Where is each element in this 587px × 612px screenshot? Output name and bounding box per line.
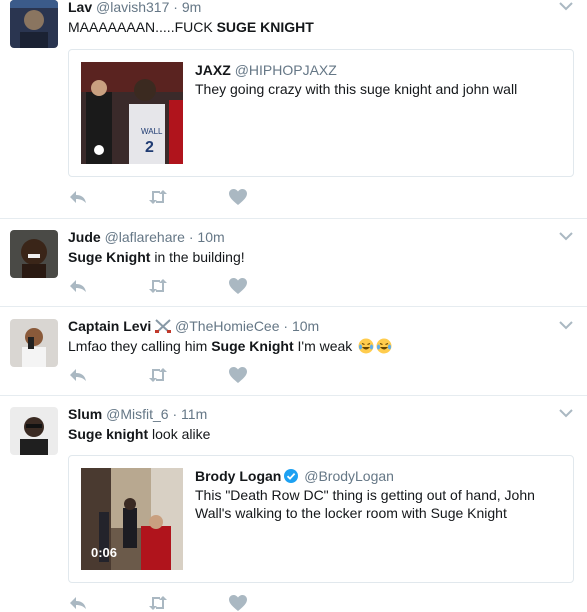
heart-icon[interactable] xyxy=(228,277,248,295)
tweet-text-plain: look alike xyxy=(148,426,211,442)
tweet-text: Lmfao they calling him Suge Knight I'm w… xyxy=(68,337,392,355)
avatar-image xyxy=(10,230,58,278)
tweet-text: Suge knight look alike xyxy=(68,425,210,443)
verified-badge-icon xyxy=(284,469,299,483)
tweet-3[interactable]: Captain Levi @TheHomieCee · 10m Lmfao th… xyxy=(0,307,587,396)
avatar[interactable] xyxy=(10,407,58,455)
tweet-header: Jude @laflarehare · 10m xyxy=(68,228,225,246)
tweet-text-plain: MAAAAAAAN.....FUCK xyxy=(68,19,217,35)
quoted-username[interactable]: @BrodyLogan xyxy=(304,468,394,484)
quoted-text: They going crazy with this suge knight a… xyxy=(195,81,518,97)
chevron-down-icon[interactable] xyxy=(559,320,573,330)
crossed-swords-icon xyxy=(155,319,172,333)
tweet-1[interactable]: Lav @lavish317 · 9m MAAAAAAAN.....FUCK S… xyxy=(0,0,587,219)
chevron-down-icon[interactable] xyxy=(559,1,573,11)
tweet-text-trailing: I'm weak xyxy=(293,338,353,354)
retweet-icon[interactable] xyxy=(148,277,168,295)
tweet-text: Suge Knight in the building! xyxy=(68,248,245,266)
tweet-text-highlight: SUGE KNIGHT xyxy=(216,19,314,35)
tweet-text-highlight: Suge knight xyxy=(68,426,149,442)
username[interactable]: @Misfit_6 xyxy=(106,406,168,422)
tweet-text-highlight: Suge Knight xyxy=(211,338,294,354)
timestamp[interactable]: 10m xyxy=(197,229,224,245)
tweet-text-plain: in the building! xyxy=(150,249,245,265)
quoted-photo[interactable]: WALL 2 xyxy=(81,62,183,164)
tweet-text: MAAAAAAAN.....FUCK SUGE KNIGHT xyxy=(68,18,314,36)
retweet-icon[interactable] xyxy=(148,366,168,384)
heart-icon[interactable] xyxy=(228,188,248,206)
svg-text:2: 2 xyxy=(145,139,154,156)
avatar-image xyxy=(10,407,58,455)
tweet-4[interactable]: Slum @Misfit_6 · 11m Suge knight look al… xyxy=(0,396,587,612)
heart-icon[interactable] xyxy=(228,594,248,612)
tweet-2[interactable]: Jude @laflarehare · 10m Suge Knight in t… xyxy=(0,219,587,307)
username[interactable]: @lavish317 xyxy=(96,0,169,15)
reply-icon[interactable] xyxy=(68,188,88,206)
quoted-display-name[interactable]: Brody Logan xyxy=(195,468,281,484)
tweet-header: Slum @Misfit_6 · 11m xyxy=(68,405,207,423)
video-duration: 0:06 xyxy=(91,545,118,560)
separator: · xyxy=(283,318,289,334)
avatar[interactable] xyxy=(10,319,58,367)
heart-icon[interactable] xyxy=(228,366,248,384)
timestamp[interactable]: 10m xyxy=(292,318,319,334)
tears-of-joy-emoji-icon xyxy=(376,338,392,354)
separator: · xyxy=(173,0,178,15)
separator: · xyxy=(172,406,178,422)
avatar[interactable] xyxy=(10,0,58,48)
avatar-image xyxy=(10,319,58,367)
display-name[interactable]: Jude xyxy=(68,229,101,245)
quoted-video[interactable]: 0:06 xyxy=(81,468,183,570)
quoted-text: This "Death Row DC" thing is getting out… xyxy=(195,487,535,521)
quoted-header: JAXZ @HIPHOPJAXZ xyxy=(195,61,337,79)
timestamp[interactable]: 9m xyxy=(182,0,201,15)
reply-icon[interactable] xyxy=(68,594,88,612)
quoted-username[interactable]: @HIPHOPJAXZ xyxy=(235,62,337,78)
tears-of-joy-emoji-icon xyxy=(358,338,374,354)
retweet-icon[interactable] xyxy=(148,188,168,206)
separator: · xyxy=(188,229,194,245)
display-name[interactable]: Captain Levi xyxy=(68,318,151,334)
reply-icon[interactable] xyxy=(68,277,88,295)
username[interactable]: @laflarehare xyxy=(105,229,185,245)
username[interactable]: @TheHomieCee xyxy=(175,318,279,334)
tweet-text-highlight: Suge Knight xyxy=(68,249,151,265)
tweet-header: Lav @lavish317 · 9m xyxy=(68,0,201,16)
avatar[interactable] xyxy=(10,230,58,278)
display-name[interactable]: Slum xyxy=(68,406,102,422)
retweet-icon[interactable] xyxy=(148,594,168,612)
tweet-header: Captain Levi @TheHomieCee · 10m xyxy=(68,317,319,335)
quoted-header: Brody Logan @BrodyLogan xyxy=(195,467,394,485)
quoted-display-name[interactable]: JAXZ xyxy=(195,62,231,78)
quoted-tweet[interactable]: WALL 2 JAXZ @HIPHOPJAXZ They going crazy… xyxy=(68,49,574,177)
reply-icon[interactable] xyxy=(68,366,88,384)
display-name[interactable]: Lav xyxy=(68,0,92,15)
basketball-photo: WALL 2 xyxy=(81,62,183,164)
tweet-text-plain: Lmfao they calling him xyxy=(68,338,212,354)
chevron-down-icon[interactable] xyxy=(559,408,573,418)
svg-text:WALL: WALL xyxy=(141,127,163,136)
timestamp[interactable]: 11m xyxy=(181,406,207,422)
quoted-tweet[interactable]: 0:06 Brody Logan @BrodyLogan This "Death… xyxy=(68,455,574,583)
chevron-down-icon[interactable] xyxy=(559,231,573,241)
avatar-image xyxy=(10,0,58,48)
